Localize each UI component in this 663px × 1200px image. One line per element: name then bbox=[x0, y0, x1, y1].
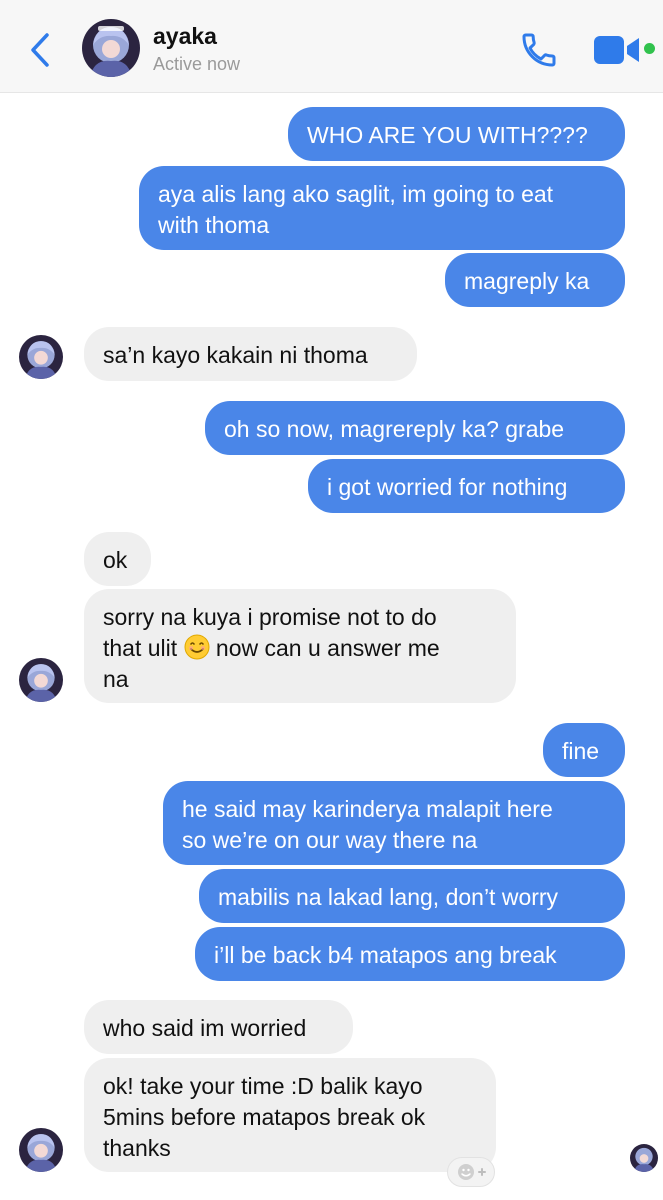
outgoing-message[interactable]: WHO ARE YOU WITH???? bbox=[288, 107, 625, 161]
incoming-message[interactable]: ok! take your time :D balik kayo 5mins b… bbox=[84, 1058, 496, 1172]
video-camera-icon bbox=[594, 36, 639, 64]
phone-icon bbox=[522, 33, 556, 67]
voice-call-button[interactable] bbox=[518, 30, 560, 70]
chat-header: ayaka Active now bbox=[0, 0, 663, 93]
back-button[interactable] bbox=[22, 26, 58, 74]
add-reaction-icon bbox=[458, 1164, 486, 1180]
outgoing-message[interactable]: i’ll be back b4 matapos ang break bbox=[195, 927, 625, 981]
avatar[interactable] bbox=[82, 19, 140, 77]
outgoing-message[interactable]: mabilis na lakad lang, don’t worry bbox=[199, 869, 625, 923]
incoming-message[interactable]: sa’n kayo kakain ni thoma bbox=[84, 327, 417, 381]
online-indicator bbox=[644, 43, 655, 54]
outgoing-message[interactable]: fine bbox=[543, 723, 625, 777]
outgoing-message[interactable]: i got worried for nothing bbox=[308, 459, 625, 513]
contact-name[interactable]: ayaka bbox=[153, 23, 217, 50]
avatar[interactable] bbox=[19, 658, 63, 702]
avatar[interactable] bbox=[19, 1128, 63, 1172]
chevron-left-icon bbox=[31, 33, 49, 67]
incoming-message[interactable]: ok bbox=[84, 532, 151, 586]
add-reaction-button[interactable] bbox=[447, 1157, 495, 1187]
active-status: Active now bbox=[153, 54, 241, 74]
avatar[interactable] bbox=[19, 335, 63, 379]
outgoing-message[interactable]: aya alis lang ako saglit, im going to ea… bbox=[139, 166, 625, 250]
outgoing-message[interactable]: magreply ka bbox=[445, 253, 625, 307]
outgoing-message[interactable]: oh so now, magrereply ka? grabe bbox=[205, 401, 625, 455]
incoming-message[interactable]: sorry na kuya i promise not to do that u… bbox=[84, 589, 516, 703]
incoming-message[interactable]: who said im worried bbox=[84, 1000, 353, 1054]
video-call-button[interactable] bbox=[593, 34, 641, 66]
smiling-face-icon bbox=[184, 634, 210, 660]
read-receipt-avatar bbox=[630, 1144, 658, 1172]
outgoing-message[interactable]: he said may karinderya malapit here so w… bbox=[163, 781, 625, 865]
